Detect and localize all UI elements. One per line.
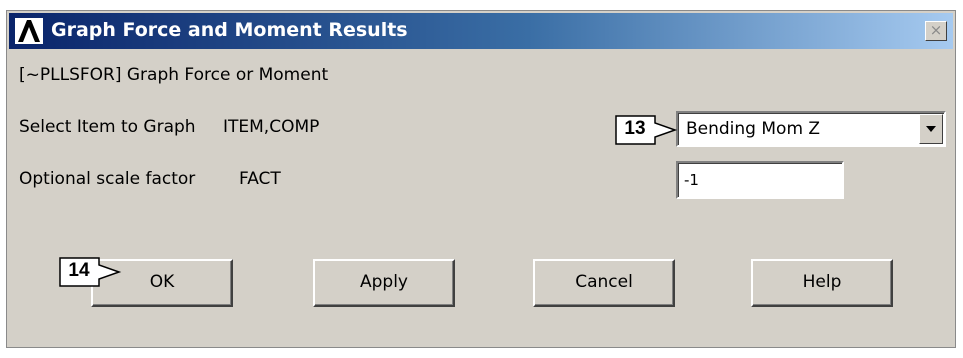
item-select[interactable]: Bending Mom Z (676, 111, 946, 147)
item-label: Select Item to Graph (19, 117, 196, 137)
scale-factor-label: Optional scale factor (19, 169, 196, 189)
callout-13: 13 (615, 115, 679, 145)
callout-13-number: 13 (624, 118, 646, 139)
item-param-label: ITEM,COMP (223, 117, 320, 137)
scale-param-label: FACT (239, 169, 281, 189)
help-button[interactable]: Help (751, 259, 893, 307)
scale-factor-input[interactable]: -1 (676, 161, 844, 199)
close-button[interactable]: × (925, 21, 947, 41)
ansys-logo-icon (15, 18, 43, 44)
window-title: Graph Force and Moment Results (51, 19, 408, 41)
graph-force-moment-dialog: Graph Force and Moment Results × [~PLLSF… (6, 10, 956, 348)
callout-14: 14 (59, 257, 123, 287)
title-bar[interactable]: Graph Force and Moment Results × (9, 13, 953, 49)
chevron-down-icon[interactable] (919, 114, 943, 144)
command-heading: [~PLLSFOR] Graph Force or Moment (19, 65, 329, 85)
callout-14-number: 14 (68, 260, 90, 281)
item-select-value: Bending Mom Z (686, 119, 821, 139)
apply-button[interactable]: Apply (313, 259, 455, 307)
cancel-button[interactable]: Cancel (533, 259, 675, 307)
